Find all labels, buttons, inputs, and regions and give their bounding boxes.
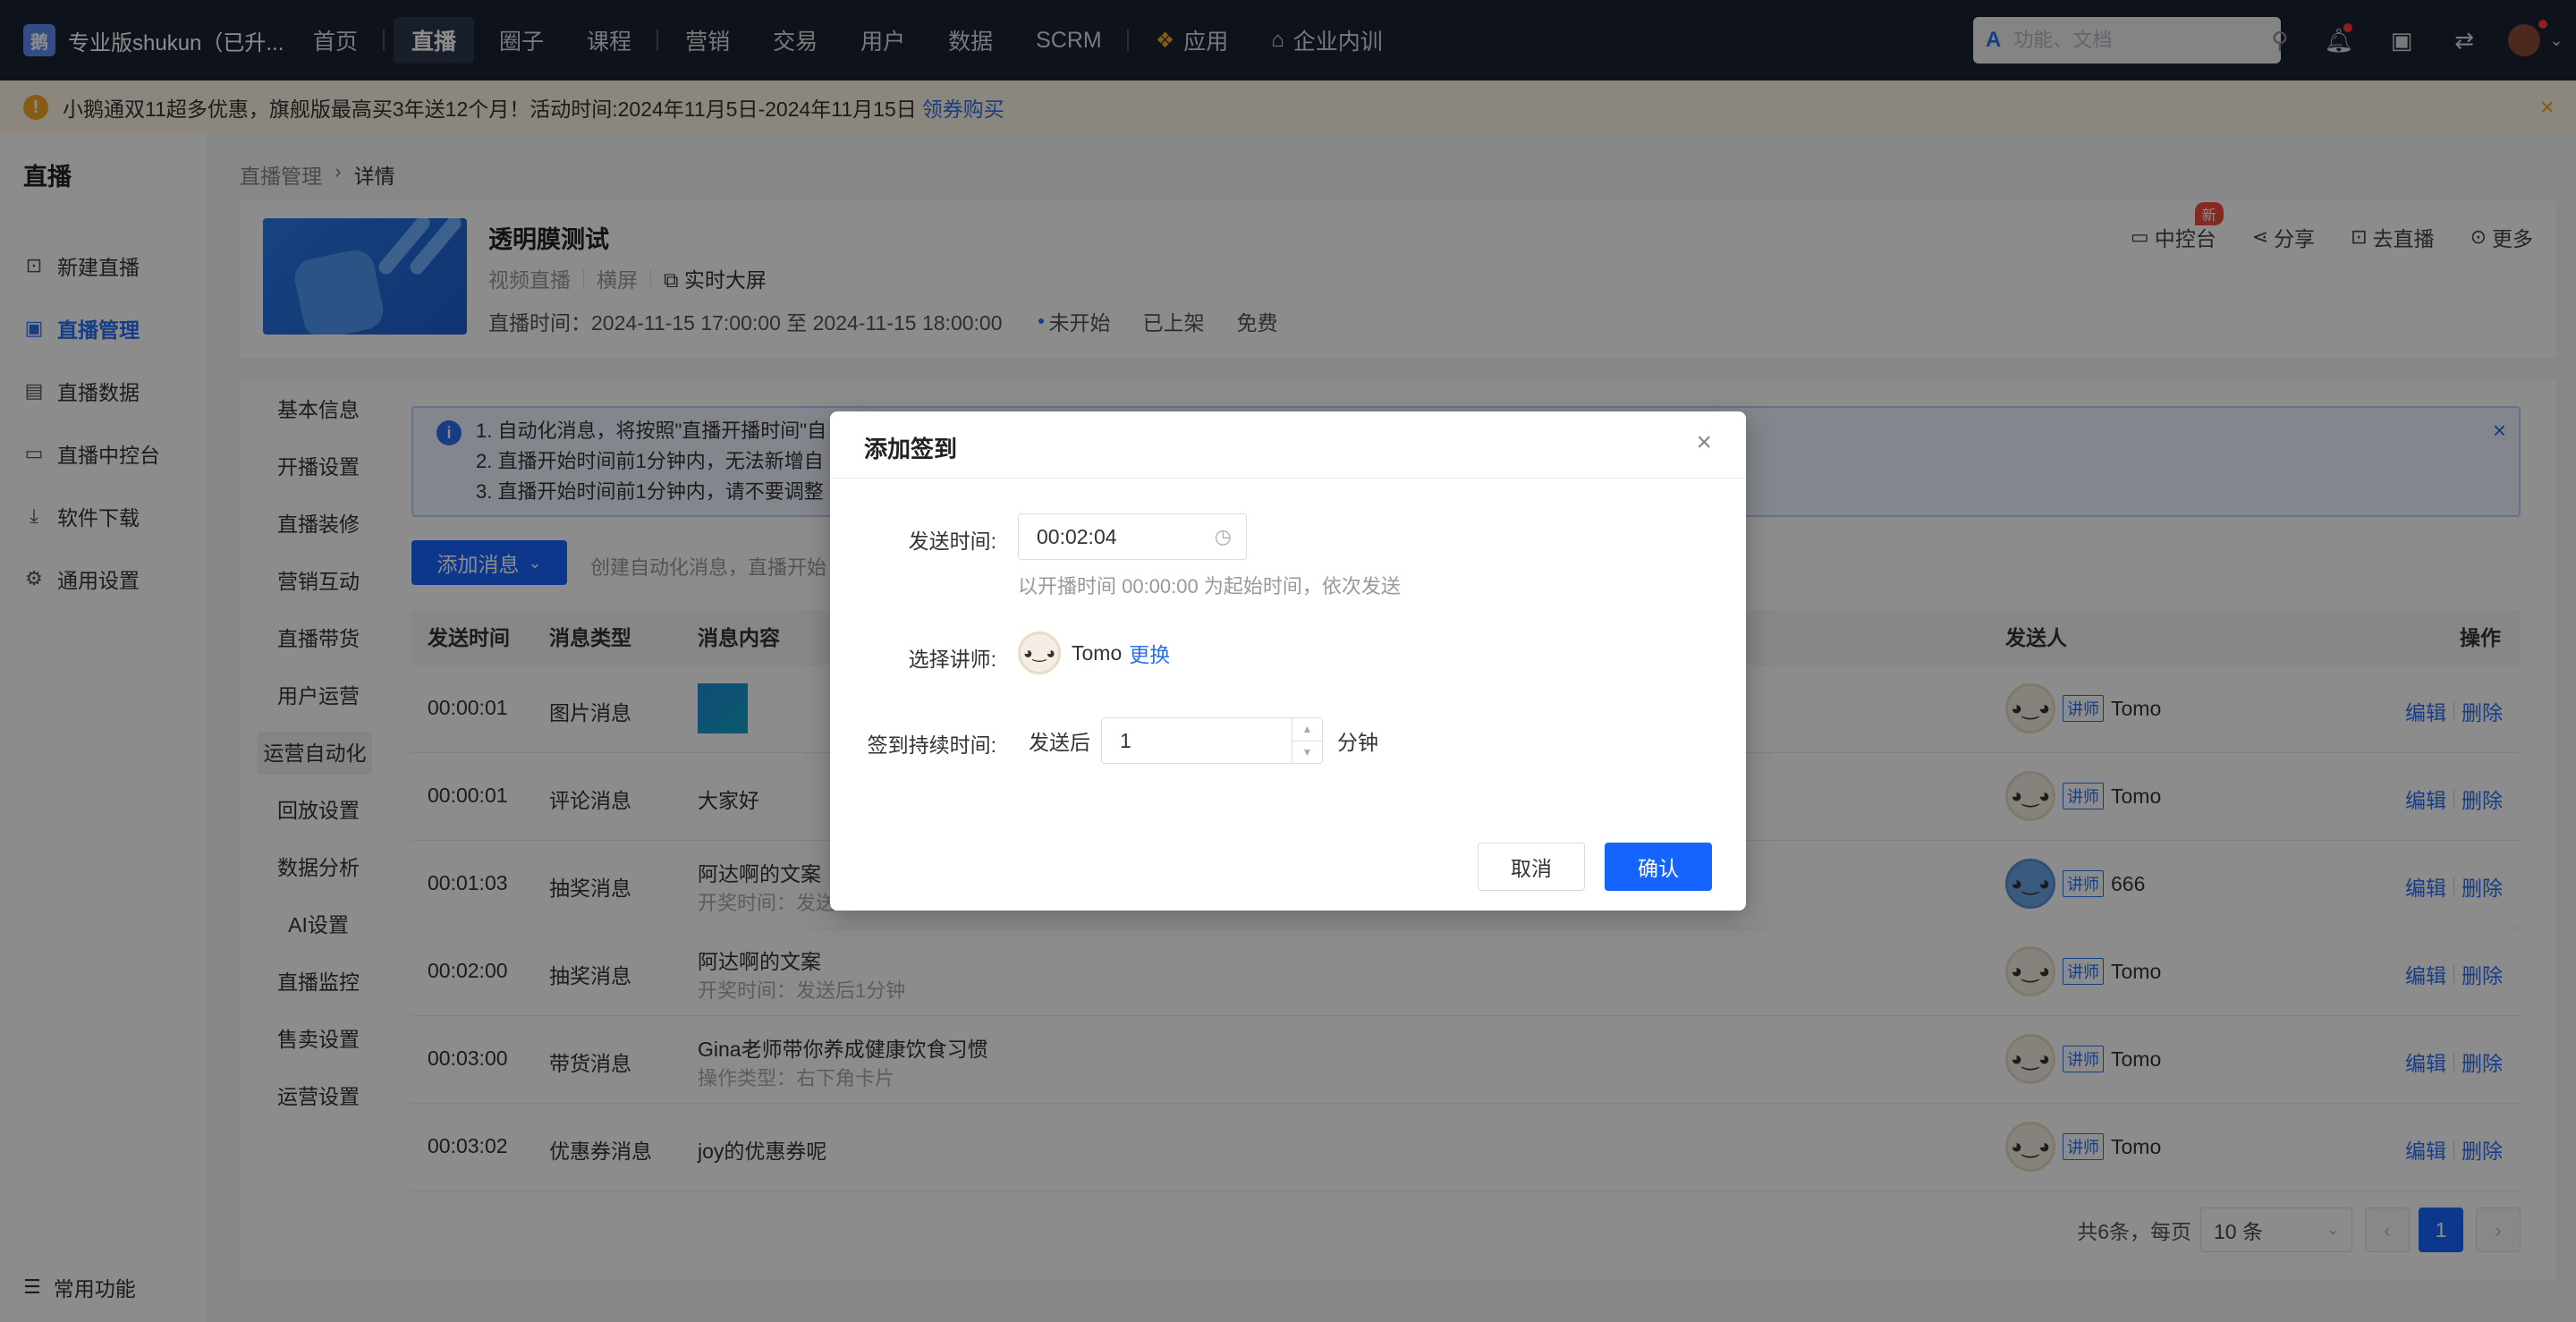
stepper-controls: ▲ ▼ [1292, 718, 1322, 763]
dialog-title: 添加签到 [864, 436, 958, 462]
chevron-up-icon[interactable]: ▲ [1292, 718, 1322, 742]
duration-row: 发送后 1 ▲ ▼ 分钟 [1029, 717, 1378, 764]
confirm-button[interactable]: 确认 [1605, 843, 1712, 891]
lecturer-picker: ◕‿◕ Tomo 更换 [1018, 631, 1170, 674]
send-time-hint: 以开播时间 00:00:00 为起始时间，依次发送 [1018, 575, 1401, 597]
duration-value: 1 [1120, 728, 1131, 752]
lecturer-name: Tomo [1072, 640, 1123, 665]
after-send-label: 发送后 [1029, 731, 1090, 754]
lecturer-label: 选择讲师: [908, 648, 996, 671]
dialog-divider [830, 478, 1746, 479]
send-time-picker[interactable]: 00:02:04 ◷ [1018, 513, 1247, 560]
cancel-button[interactable]: 取消 [1478, 843, 1585, 891]
change-lecturer-link[interactable]: 更换 [1129, 638, 1170, 668]
add-checkin-dialog: 添加签到 × 发送时间: 00:02:04 ◷ 以开播时间 00:00:00 为… [830, 411, 1746, 911]
clock-icon: ◷ [1214, 525, 1232, 547]
send-time-value: 00:02:04 [1037, 524, 1117, 548]
chevron-down-icon[interactable]: ▼ [1292, 742, 1322, 764]
avatar: ◕‿◕ [1018, 631, 1061, 674]
duration-label: 签到持续时间: [867, 733, 996, 757]
close-icon[interactable]: × [1696, 428, 1712, 458]
duration-stepper[interactable]: 1 ▲ ▼ [1101, 717, 1323, 764]
send-time-label: 发送时间: [908, 530, 996, 553]
duration-unit: 分钟 [1337, 731, 1378, 754]
